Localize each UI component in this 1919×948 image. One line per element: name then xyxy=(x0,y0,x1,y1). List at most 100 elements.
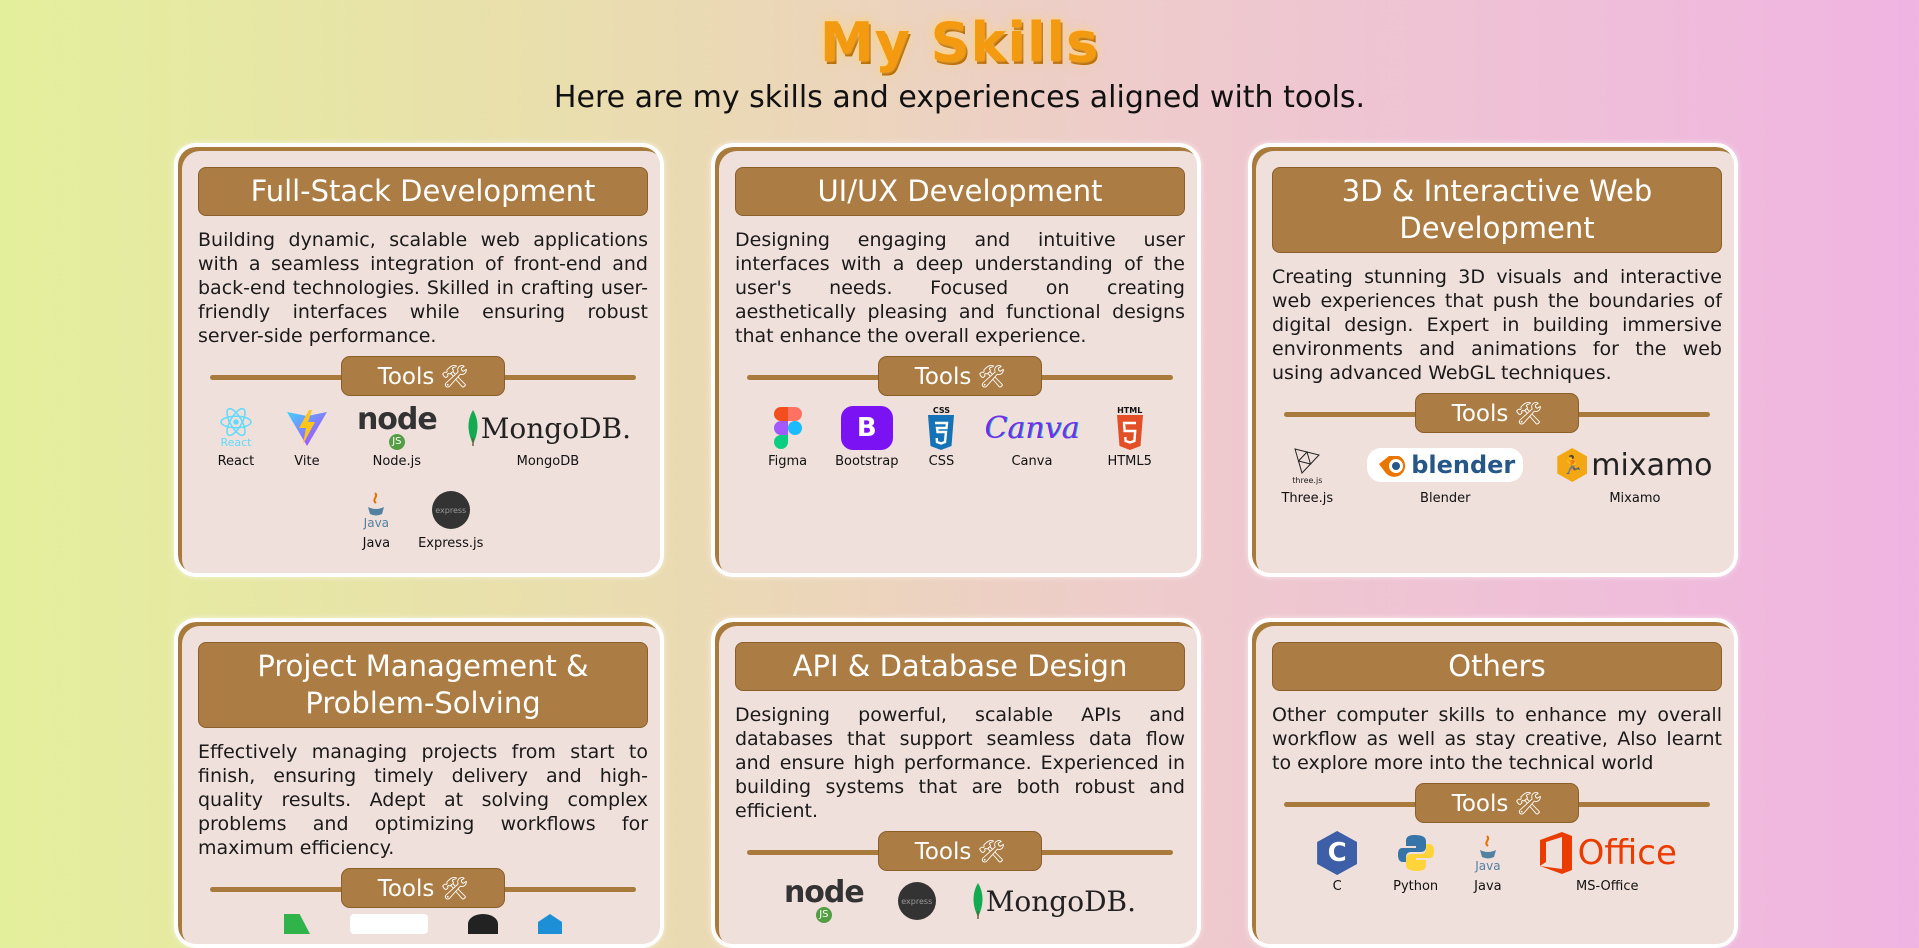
html5-logo: HTML xyxy=(1115,404,1145,452)
figma-logo xyxy=(773,404,802,452)
node-js-hex: JS xyxy=(815,907,832,923)
threejs-icon xyxy=(1294,447,1321,474)
skill-card-others: Others Other computer skills to enhance … xyxy=(1248,618,1738,948)
tools-divider: Tools 🛠 xyxy=(1272,783,1722,825)
node-wordmark: node xyxy=(783,875,865,910)
tool-label: React xyxy=(217,454,255,469)
tool-label: Three.js xyxy=(1281,491,1334,506)
tools-icon: 🛠 xyxy=(977,365,1006,390)
bootstrap-glyph: B xyxy=(856,413,877,443)
blender-badge: blender xyxy=(1367,448,1524,482)
tool-label: Java xyxy=(1474,879,1502,894)
express-logo: express xyxy=(897,877,936,925)
tool-label: Blender xyxy=(1420,491,1471,506)
card-description: Effectively managing projects from start… xyxy=(198,741,648,859)
tool-label: MS-Office xyxy=(1576,879,1639,894)
css-logo: CSS xyxy=(926,404,956,452)
card-title: API & Database Design xyxy=(735,642,1185,691)
tool-mixamo: 🏃 mixamo Mixamo xyxy=(1557,441,1713,507)
python-logo xyxy=(1396,829,1436,877)
tools-divider: Tools 🛠 xyxy=(198,356,648,398)
tools-grid xyxy=(198,914,648,934)
tool-vite: Vite xyxy=(285,404,329,470)
tool-blender: blender Blender xyxy=(1367,441,1524,507)
tools-divider: Tools 🛠 xyxy=(1272,393,1722,435)
java-logo: Java xyxy=(364,486,389,534)
card-description: Designing engaging and intuitive user in… xyxy=(735,229,1185,347)
card-title: Project Management & Problem-Solving xyxy=(198,642,648,728)
mixamo-wordmark: mixamo xyxy=(1591,447,1713,483)
node-logo: node JS xyxy=(357,404,438,452)
css-caption: CSS xyxy=(932,405,951,415)
tool-label: C xyxy=(1332,879,1342,894)
tool-label: Mixamo xyxy=(1609,491,1661,506)
tool-mongodb: MongoDB. MongoDB xyxy=(465,404,631,470)
canva-wordmark: Canva xyxy=(984,410,1080,446)
office-logo: Office xyxy=(1538,829,1677,877)
tool-label: CSS xyxy=(928,454,955,469)
tool-label: Figma xyxy=(768,454,808,469)
express-badge-icon: express xyxy=(431,491,470,529)
skill-card-fullstack: Full-Stack Development Building dynamic,… xyxy=(174,143,664,577)
java-cup-icon xyxy=(1479,835,1496,859)
tools-badge: Tools 🛠 xyxy=(341,868,505,908)
card-title: 3D & Interactive Web Development xyxy=(1272,167,1722,253)
blender-logo: blender xyxy=(1367,441,1524,489)
css-shield-icon xyxy=(928,414,955,450)
tool-html5: HTML HTML5 xyxy=(1107,404,1151,470)
tool-java: Java Java xyxy=(1474,829,1502,895)
java-wordmark: Java xyxy=(1475,859,1501,873)
mongodb-wordmark: MongoDB. xyxy=(985,884,1137,918)
skill-card-3d: 3D & Interactive Web Development Creatin… xyxy=(1248,143,1738,577)
tools-badge: Tools 🛠 xyxy=(878,831,1042,871)
card-title: Others xyxy=(1272,642,1722,691)
java-cup-icon xyxy=(368,492,385,516)
java-wordmark: Java xyxy=(363,516,390,530)
react-logo: React xyxy=(215,404,257,452)
skill-card-project-management: Project Management & Problem-Solving Eff… xyxy=(174,618,664,948)
card-title: UI/UX Development xyxy=(735,167,1185,216)
tools-badge: Tools 🛠 xyxy=(1415,393,1579,433)
mongodb-logo: MongoDB. xyxy=(465,404,631,452)
partial-logo-dark xyxy=(468,914,498,934)
html5-shield-icon xyxy=(1116,414,1143,450)
vite-icon xyxy=(286,410,327,446)
mongodb-wordmark: MongoDB. xyxy=(480,411,632,445)
tool-label: Node.js xyxy=(372,454,422,469)
tools-divider: Tools 🛠 xyxy=(735,831,1185,873)
card-title: Full-Stack Development xyxy=(198,167,648,216)
tools-label: Tools xyxy=(377,364,435,390)
tool-ms-office: Office MS-Office xyxy=(1538,829,1677,895)
threejs-logo: three.js xyxy=(1292,441,1322,489)
partial-logo-green xyxy=(284,914,310,934)
express-wordmark: express xyxy=(901,896,933,906)
tool-label: Java xyxy=(362,536,391,551)
bootstrap-icon: B xyxy=(840,406,893,450)
tool-react: React React xyxy=(215,404,257,470)
tool-threejs: three.js Three.js xyxy=(1281,441,1333,507)
partial-logo-blue xyxy=(538,914,562,934)
c-hexagon-icon: C xyxy=(1317,831,1358,875)
react-icon xyxy=(220,407,252,437)
card-description: Building dynamic, scalable web applicati… xyxy=(198,229,648,347)
tools-icon: 🛠 xyxy=(440,877,469,902)
tool-css: CSS CSS xyxy=(926,404,956,470)
tools-grid: Figma B Bootstrap CSS CSS Canva Canva HT… xyxy=(735,404,1185,470)
bootstrap-logo: B xyxy=(840,404,893,452)
blender-wordmark: blender xyxy=(1411,451,1516,479)
tools-icon: 🛠 xyxy=(1514,402,1543,427)
mongodb-leaf-icon xyxy=(973,883,983,919)
office-wordmark: Office xyxy=(1577,833,1677,873)
tools-badge: Tools 🛠 xyxy=(1415,783,1579,823)
express-badge-icon: express xyxy=(897,882,936,920)
tools-divider: Tools 🛠 xyxy=(198,868,648,910)
blender-icon xyxy=(1379,456,1406,477)
tools-icon: 🛠 xyxy=(440,365,469,390)
tool-label: Vite xyxy=(294,454,320,469)
tools-icon: 🛠 xyxy=(1514,792,1543,817)
card-description: Designing powerful, scalable APIs and da… xyxy=(735,704,1185,822)
tools-label: Tools xyxy=(914,839,972,865)
tool-label: Canva xyxy=(1011,454,1053,469)
page-subtitle: Here are my skills and experiences align… xyxy=(553,80,1366,115)
c-glyph: C xyxy=(1327,838,1347,868)
